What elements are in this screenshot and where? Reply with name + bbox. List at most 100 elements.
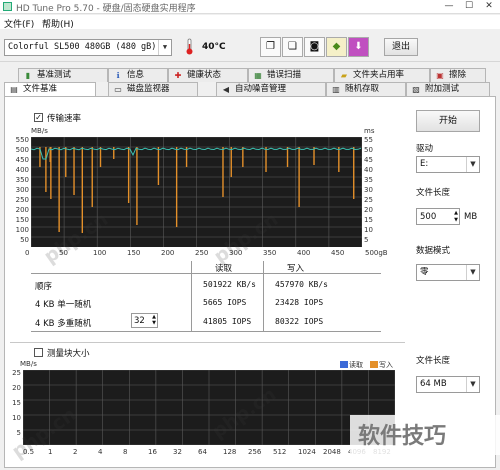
menu-help[interactable]: 帮助(H) (42, 17, 74, 30)
axis-tick-label: 100 (93, 249, 107, 257)
exit-button[interactable]: 退出 (384, 38, 418, 56)
axis-tick-label: 1 (48, 448, 53, 456)
error-scan-icon: ▦ (254, 71, 262, 80)
file-length-label: 文件长度 (416, 188, 451, 198)
read-value: 5665 IOPS (203, 298, 247, 307)
menu-bar: 文件(F) 帮助(H) (0, 15, 500, 30)
tab-random-access[interactable]: ▥ 随机存取 (326, 82, 406, 96)
axis-tick-label: 2048 (323, 448, 341, 456)
file-length-unit: MB (464, 212, 478, 222)
tab-label: 附加测试 (425, 84, 460, 94)
data-mode-label: 数据模式 (416, 246, 451, 256)
target-drive-select[interactable]: E: ▼ (416, 156, 480, 173)
tab-label: 基准测试 (37, 70, 72, 80)
axis-tick-label: 150 (15, 216, 29, 224)
benchmark-icon: ▮ (25, 71, 31, 80)
read-legend-label: 读取 (349, 361, 363, 369)
info-icon: ℹ (116, 71, 120, 80)
screenshot-button[interactable]: ◙ (304, 37, 325, 57)
block-size-chart (22, 369, 396, 446)
axis-tick-label: 35 (364, 176, 373, 184)
axis-tick-label: 45 (364, 156, 373, 164)
axis-tick-label: 450 (15, 156, 29, 164)
queue-depth-spinner[interactable]: 32 ▲ ▼ (131, 313, 158, 328)
tab-folder-usage[interactable]: ▰ 文件夹占用率 (334, 68, 430, 82)
thermometer-icon (186, 38, 193, 55)
data-mode-select[interactable]: 零 ▼ (416, 264, 480, 281)
chevron-down-icon: ▼ (466, 265, 479, 280)
axis-tick-label: 550 (15, 136, 29, 144)
tab-extra-tests[interactable]: ▧ 附加测试 (406, 82, 490, 96)
file-length-input[interactable]: 500 ▲ ▼ (416, 208, 460, 225)
start-button[interactable]: 开始 (416, 110, 480, 132)
axis-tick-label: 25 (12, 369, 21, 377)
row-label: 4 KB 多重随机 (35, 319, 92, 329)
axis-tick-label: 256 (248, 448, 262, 456)
watermark-site: 软件技巧 (358, 424, 447, 449)
axis-tick-label: 8 (123, 448, 128, 456)
erase-icon: ▣ (436, 71, 444, 80)
read-speed-line (30, 147, 362, 160)
tab-erase[interactable]: ▣ 擦除 (430, 68, 486, 82)
tab-label: 文件基准 (23, 84, 58, 94)
maximize-button[interactable]: ☐ (460, 0, 478, 14)
speaker-icon: ◀ (222, 85, 230, 94)
block-size-label: 测量块大小 (47, 349, 90, 359)
block-size-checkbox[interactable] (34, 348, 43, 357)
block-file-length-select[interactable]: 64 MB ▼ (416, 376, 480, 393)
write-legend-label: 写入 (379, 361, 393, 369)
axis-tick-label: 400 (297, 249, 311, 257)
queue-depth-value: 32 (134, 316, 145, 326)
tab-error-scan[interactable]: ▦ 错误扫描 (248, 68, 334, 82)
y2-axis-ticks: 55 50 45 40 35 30 25 20 15 10 5 (363, 136, 385, 247)
tab-label: 随机存取 (345, 84, 380, 94)
axis-tick-label: 10 (364, 226, 373, 234)
menu-file[interactable]: 文件(F) (4, 17, 34, 30)
tab-benchmark[interactable]: ▮ 基准测试 (18, 68, 108, 82)
download-icon: ⬇ (354, 41, 363, 52)
tab-health[interactable]: ✚ 健康状态 (168, 68, 248, 82)
axis-tick-label: 15 (364, 216, 373, 224)
transfer-rate-checkbox[interactable]: ✓ (34, 113, 43, 122)
read-legend-swatch (340, 361, 348, 368)
axis-tick-label: 150 (127, 249, 141, 257)
y-axis-ticks: 550 500 450 400 350 300 250 200 150 100 50 (8, 136, 30, 247)
file-benchmark-icon: ▤ (10, 85, 18, 94)
tab-disk-monitor[interactable]: ▭ 磁盘监视器 (108, 82, 198, 96)
spinner-arrows-icon[interactable]: ▲ ▼ (152, 314, 156, 326)
axis-tick-label: 50 (364, 146, 373, 154)
write-value: 80322 IOPS (275, 317, 324, 326)
app-icon (3, 2, 12, 11)
copy-info-button[interactable]: ❏ (282, 37, 303, 57)
drive-select[interactable]: Colorful SL500 480GB (480 gB) ▼ (4, 39, 172, 56)
axis-tick-label: 250 (15, 196, 29, 204)
tab-label: 自动噪音管理 (235, 84, 287, 94)
tab-aam[interactable]: ◀ 自动噪音管理 (216, 82, 326, 96)
close-button[interactable]: ✕ (480, 0, 498, 14)
write-legend-swatch (370, 361, 378, 368)
spinner-arrows-icon[interactable]: ▲ ▼ (454, 210, 458, 224)
file-length-value: 500 (420, 212, 437, 222)
options-icon: ◆ (332, 41, 341, 52)
axis-tick-label: 50 (20, 236, 29, 244)
axis-tick-label: 5 (364, 236, 369, 244)
tab-label: 磁盘监视器 (127, 84, 170, 94)
write-value: 457970 KB/s (275, 280, 328, 289)
axis-tick-label: 100 (15, 226, 29, 234)
health-icon: ✚ (174, 71, 182, 80)
minimize-button[interactable]: — (440, 0, 458, 14)
axis-tick-label: 16 (148, 448, 157, 456)
axis-tick-label: 450 (331, 249, 345, 257)
axis-tick-label: 25 (364, 196, 373, 204)
axis-tick-label: 30 (364, 186, 373, 194)
options-button[interactable]: ◆ (326, 37, 347, 57)
save-button[interactable]: ⬇ (348, 37, 369, 57)
tab-info[interactable]: ℹ 信息 (108, 68, 168, 82)
copy-button[interactable]: ❐ (260, 37, 281, 57)
axis-tick-label: 20 (364, 206, 373, 214)
axis-tick-label: 4 (98, 448, 103, 456)
block-size-plot (22, 369, 396, 446)
axis-tick-label: 128 (223, 448, 237, 456)
random-access-icon: ▥ (332, 85, 340, 94)
axis-tick-label: 500gB (365, 249, 388, 257)
